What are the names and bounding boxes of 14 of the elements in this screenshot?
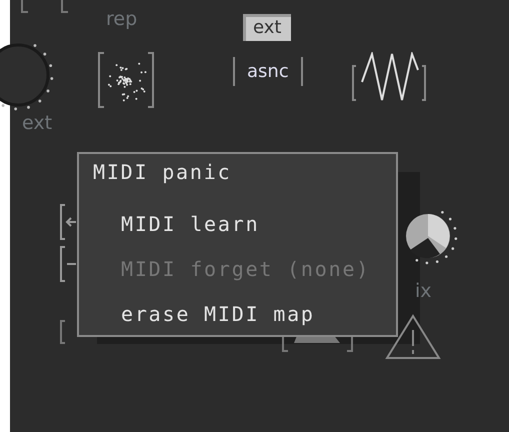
menu-item[interactable]: MIDI panic [79, 158, 396, 210]
knob-label: ext [22, 112, 52, 134]
scatter-icon[interactable] [98, 52, 154, 108]
rep-label: rep [106, 8, 138, 30]
sync-toggle[interactable]: asnc [233, 57, 303, 86]
sine-wave-icon[interactable] [352, 52, 426, 102]
arrow-left-icon[interactable] [60, 204, 78, 240]
sync-toggle[interactable]: ext [243, 14, 292, 41]
bracket-icon [60, 320, 66, 344]
mix-label: ix [415, 280, 432, 302]
menu-item[interactable]: erase MIDI map [79, 300, 396, 345]
bracket-icon [20, 0, 70, 14]
minus-icon[interactable] [60, 246, 78, 282]
menu-item[interactable]: MIDI learn [79, 210, 396, 255]
